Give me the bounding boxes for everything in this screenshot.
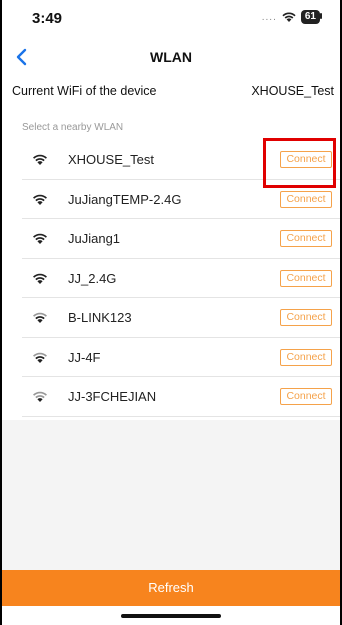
connect-button[interactable]: Connect [280, 151, 332, 168]
connect-button[interactable]: Connect [280, 269, 332, 287]
status-bar: 3:49 .... 61 [0, 0, 342, 38]
page-title: WLAN [150, 49, 192, 65]
wifi-row-jj-2-4g[interactable]: JJ_2.4G Connect [22, 259, 342, 298]
connect-button[interactable]: Connect [280, 230, 332, 247]
wifi-row-xhouse-test[interactable]: XHOUSE_Test Connect [22, 140, 342, 180]
wifi-name: JuJiang1 [68, 231, 121, 246]
empty-list-area [0, 420, 342, 570]
connect-button[interactable]: Connect [280, 309, 332, 326]
nav-bar: WLAN [0, 40, 342, 72]
wifi-list: XHOUSE_Test Connect JuJiangTEMP-2.4G Con… [0, 140, 342, 417]
wifi-row-jujiang1[interactable]: JuJiang1 Connect [22, 219, 342, 259]
wifi-icon [33, 312, 47, 323]
wifi-name: JJ-3FCHEJIAN [68, 389, 157, 404]
status-indicators: .... 61 [262, 10, 320, 24]
connect-button[interactable]: Connect [280, 190, 332, 208]
wifi-icon [33, 391, 47, 402]
status-wifi-icon [281, 11, 297, 23]
wifi-icon [33, 273, 47, 284]
current-wifi-row: Current WiFi of the device XHOUSE_Test [0, 80, 342, 104]
current-wifi-value: XHOUSE_Test [251, 84, 334, 98]
wifi-row-b-link123[interactable]: B-LINK123 Connect [22, 298, 342, 338]
wifi-name: JJ-4F [68, 349, 101, 365]
wifi-row-jujiangtemp[interactable]: JuJiangTEMP-2.4G Connect [22, 180, 342, 219]
wifi-name: XHOUSE_Test [68, 152, 154, 167]
wifi-name: B-LINK123 [68, 310, 132, 325]
current-wifi-label: Current WiFi of the device [12, 84, 157, 98]
status-time: 3:49 [32, 10, 63, 27]
cellular-signal-icon: .... [261, 11, 277, 23]
wifi-icon [33, 352, 47, 363]
battery-icon: 61 [300, 10, 320, 24]
home-indicator [121, 614, 221, 618]
wifi-row-jj-3fchejian[interactable]: JJ-3FCHEJIAN Connect [22, 377, 342, 417]
wifi-name: JJ_2.4G [68, 270, 117, 286]
wifi-name: JuJiangTEMP-2.4G [68, 191, 182, 207]
wifi-icon [33, 194, 47, 205]
wifi-row-jj-4f[interactable]: JJ-4F Connect [22, 338, 342, 377]
section-label: Select a nearby WLAN [22, 122, 124, 133]
wifi-icon [33, 154, 47, 165]
wifi-icon [33, 233, 47, 244]
connect-button[interactable]: Connect [280, 388, 332, 405]
connect-button[interactable]: Connect [280, 348, 332, 366]
refresh-button[interactable]: Refresh [0, 570, 342, 606]
